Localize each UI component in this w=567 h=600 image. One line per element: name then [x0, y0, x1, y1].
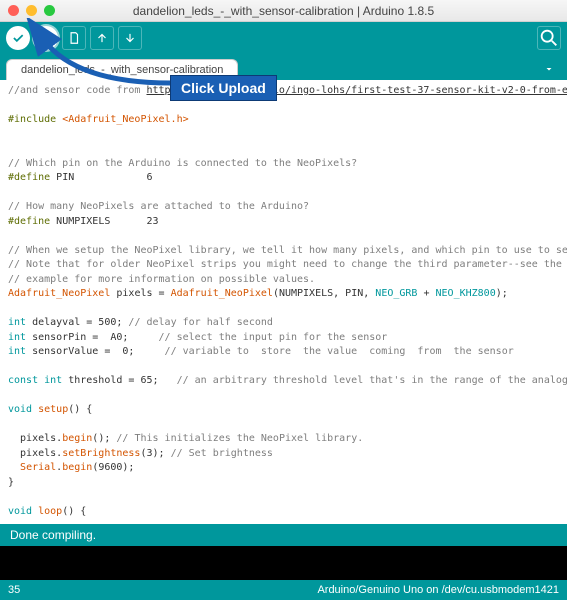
serial-monitor-button[interactable]	[537, 26, 561, 50]
new-button[interactable]	[62, 26, 86, 50]
upload-button[interactable]	[34, 26, 58, 50]
upload-callout: Click Upload	[170, 75, 277, 101]
footer-bar: 35 Arduino/Genuino Uno on /dev/cu.usbmod…	[0, 580, 567, 600]
verify-button[interactable]	[6, 26, 30, 50]
arrow-down-icon	[123, 31, 137, 45]
status-bar: Done compiling.	[0, 524, 567, 546]
save-button[interactable]	[118, 26, 142, 50]
arrow-right-icon	[39, 31, 53, 45]
arrow-up-icon	[95, 31, 109, 45]
tab-bar: dandelion_leds_-_with_sensor-calibration	[0, 54, 567, 80]
window-titlebar: dandelion_leds_-_with_sensor-calibration…	[0, 0, 567, 22]
toolbar	[0, 22, 567, 54]
check-icon	[11, 31, 25, 45]
status-message: Done compiling.	[10, 528, 96, 542]
chevron-down-icon	[543, 63, 555, 75]
code-editor[interactable]: //and sensor code from https://www.hacks…	[0, 80, 567, 524]
open-button[interactable]	[90, 26, 114, 50]
tab-menu-button[interactable]	[537, 62, 561, 80]
window-close-button[interactable]	[8, 5, 19, 16]
file-icon	[67, 31, 81, 45]
console-output[interactable]	[0, 546, 567, 580]
window-minimize-button[interactable]	[26, 5, 37, 16]
line-number: 35	[8, 584, 20, 596]
magnifier-icon	[538, 27, 560, 49]
board-port-label: Arduino/Genuino Uno on /dev/cu.usbmodem1…	[317, 584, 559, 596]
window-title: dandelion_leds_-_with_sensor-calibration…	[0, 4, 567, 18]
window-maximize-button[interactable]	[44, 5, 55, 16]
